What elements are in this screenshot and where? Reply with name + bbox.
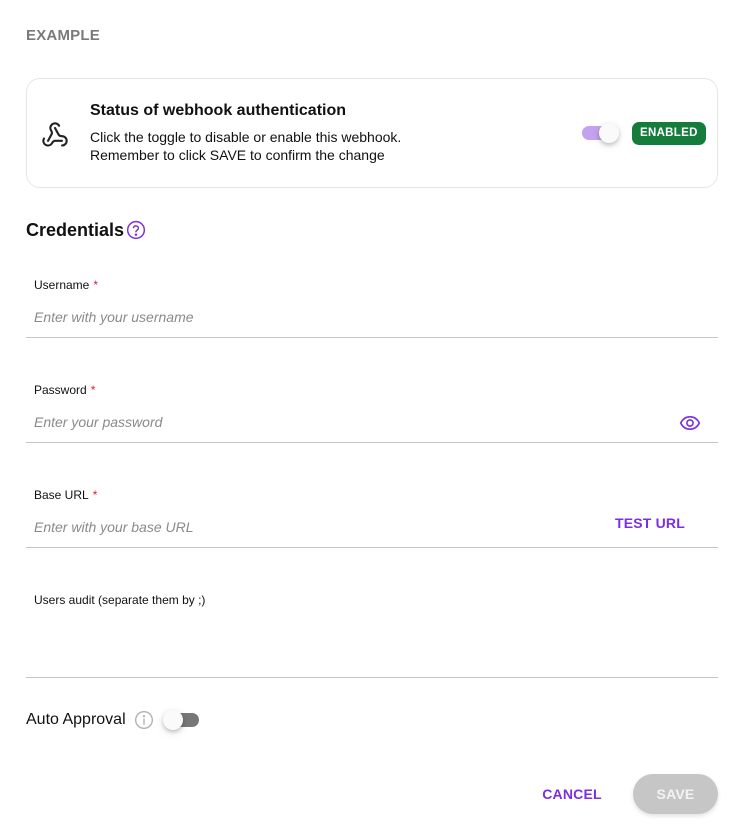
- username-field: Username *: [26, 268, 718, 338]
- users-audit-label: Users audit (separate them by ;): [34, 593, 206, 607]
- username-label: Username *: [34, 278, 98, 292]
- base-url-label: Base URL *: [34, 488, 97, 502]
- section-title: EXAMPLE: [26, 27, 100, 44]
- password-label: Password *: [34, 383, 95, 397]
- status-badge: ENABLED: [632, 122, 706, 145]
- toggle-thumb: [163, 710, 183, 730]
- test-url-button[interactable]: TEST URL: [615, 515, 685, 531]
- toggle-thumb: [599, 123, 619, 143]
- required-mark: *: [90, 383, 96, 397]
- users-audit-field: Users audit (separate them by ;): [26, 583, 718, 678]
- base-url-input[interactable]: [34, 518, 594, 536]
- webhook-status-card: Status of webhook authentication Click t…: [26, 78, 718, 188]
- auto-approval-toggle[interactable]: [163, 708, 201, 732]
- webhook-icon: [42, 122, 68, 147]
- description-line-2: Remember to click SAVE to confirm the ch…: [90, 147, 385, 163]
- base-url-label-text: Base URL: [34, 488, 89, 502]
- password-field: Password *: [26, 373, 718, 443]
- password-input[interactable]: [34, 413, 594, 431]
- username-label-text: Username: [34, 278, 90, 292]
- help-circle-icon[interactable]: [126, 220, 146, 240]
- info-icon[interactable]: [134, 710, 154, 730]
- auto-approval-label: Auto Approval: [26, 711, 126, 728]
- webhook-status-title: Status of webhook authentication: [90, 102, 347, 119]
- description-line-1: Click the toggle to disable or enable th…: [90, 129, 402, 145]
- required-mark: *: [92, 488, 98, 502]
- cancel-button[interactable]: CANCEL: [536, 782, 608, 806]
- webhook-enable-toggle[interactable]: [582, 121, 619, 145]
- credentials-title: Credentials: [26, 220, 125, 240]
- users-audit-input[interactable]: [34, 619, 704, 669]
- required-mark: *: [93, 278, 99, 292]
- save-button[interactable]: SAVE: [633, 774, 718, 814]
- webhook-status-description: Click the toggle to disable or enable th…: [90, 128, 401, 164]
- username-input[interactable]: [34, 308, 594, 326]
- eye-icon[interactable]: [679, 415, 701, 431]
- base-url-field: Base URL* TEST URL: [26, 478, 718, 548]
- password-label-text: Password: [34, 383, 87, 397]
